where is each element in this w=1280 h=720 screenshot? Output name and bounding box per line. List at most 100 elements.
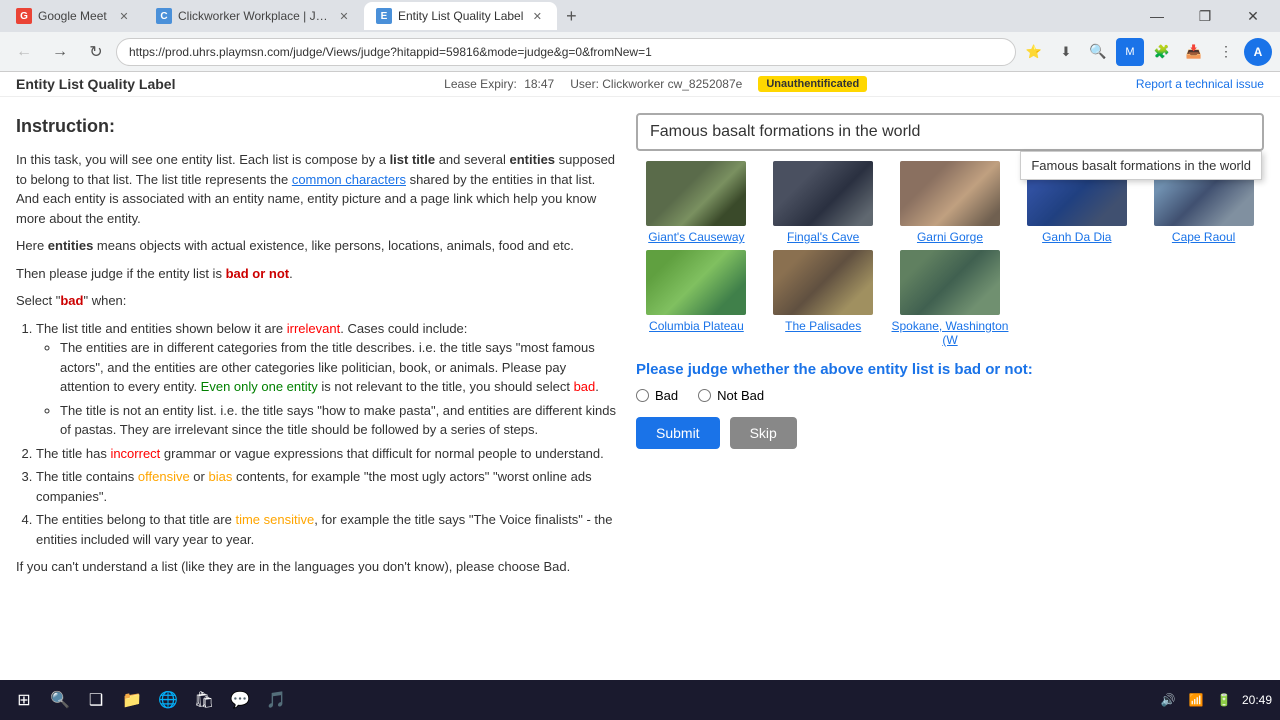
- report-technical-issue-link[interactable]: Report a technical issue: [1136, 77, 1264, 91]
- entities-def: Here entities means objects with actual …: [16, 236, 616, 256]
- radio-notbad-input[interactable]: [698, 389, 711, 402]
- extension-icon-2[interactable]: ⬇: [1052, 38, 1080, 66]
- judge-section: Please judge whether the above entity li…: [636, 361, 1264, 449]
- entity-item-3: Garni Gorge: [890, 161, 1011, 244]
- entities-bold: entities: [48, 238, 94, 253]
- tab-favicon-1: G: [16, 8, 32, 24]
- file-explorer-button[interactable]: 📁: [116, 684, 148, 716]
- radio-group: Bad Not Bad: [636, 388, 1264, 403]
- tab-entity-list[interactable]: E Entity List Quality Label ✕: [364, 2, 557, 30]
- entity-link-6[interactable]: Columbia Plateau: [649, 319, 744, 333]
- list-title-highlight: list title: [390, 152, 436, 167]
- store-button[interactable]: 🛍: [188, 684, 220, 716]
- entity-link-8[interactable]: Spokane, Washington (W: [890, 319, 1011, 347]
- entity-link-3[interactable]: Garni Gorge: [917, 230, 983, 244]
- even-one-highlight: Even only one entity: [201, 379, 318, 394]
- tab-close-1[interactable]: ✕: [116, 8, 132, 24]
- restore-button[interactable]: ❐: [1182, 0, 1228, 32]
- volume-icon[interactable]: 🔊: [1158, 690, 1178, 710]
- browser-window: G Google Meet ✕ C Clickworker Workplace …: [0, 0, 1280, 680]
- battery-icon[interactable]: 🔋: [1214, 690, 1234, 710]
- app-header: Entity List Quality Label Lease Expiry: …: [0, 72, 1280, 97]
- minimize-button[interactable]: —: [1134, 0, 1180, 32]
- extension-icon-4[interactable]: 🧩: [1148, 38, 1176, 66]
- network-icon[interactable]: 📶: [1186, 690, 1206, 710]
- task-panel: Famous basalt formations in the world Fa…: [636, 113, 1264, 664]
- criterion-4: The entities belong to that title are ti…: [36, 510, 616, 549]
- profile-icon[interactable]: A: [1244, 38, 1272, 66]
- criterion-1a: The entities are in different categories…: [60, 338, 616, 397]
- list-title-box: Famous basalt formations in the world Fa…: [636, 113, 1264, 151]
- common-characters-link[interactable]: common characters: [292, 172, 406, 187]
- tab-label-3: Entity List Quality Label: [398, 9, 523, 23]
- offensive-highlight: offensive: [138, 469, 190, 484]
- entity-link-1[interactable]: Giant's Causeway: [648, 230, 744, 244]
- close-button[interactable]: ✕: [1230, 0, 1276, 32]
- settings-icon[interactable]: ⋮: [1212, 38, 1240, 66]
- criterion-1-subs: The entities are in different categories…: [60, 338, 616, 440]
- whatsapp-button[interactable]: 💬: [224, 684, 256, 716]
- page-content: Entity List Quality Label Lease Expiry: …: [0, 72, 1280, 680]
- instruction-heading: Instruction:: [16, 113, 616, 140]
- entity-link-7[interactable]: The Palisades: [785, 319, 861, 333]
- radio-bad-input[interactable]: [636, 389, 649, 402]
- select-bad-label: Select "bad" when:: [16, 291, 616, 311]
- lease-bar: Lease Expiry: 18:47 User: Clickworker cw…: [444, 76, 867, 92]
- entities-highlight: entities: [510, 152, 556, 167]
- entity-image-1: [646, 161, 746, 226]
- criterion-1: The list title and entities shown below …: [36, 319, 616, 440]
- list-title-tooltip: Famous basalt formations in the world: [1020, 151, 1262, 180]
- lease-expiry-label: Lease Expiry: 18:47: [444, 77, 554, 91]
- bad-highlight-1a: bad: [574, 379, 596, 394]
- task-view-button[interactable]: ❑: [80, 684, 112, 716]
- entity-item-6: Columbia Plateau: [636, 250, 757, 347]
- radio-notbad-label[interactable]: Not Bad: [698, 388, 764, 403]
- tab-close-2[interactable]: ✕: [336, 8, 352, 24]
- entity-item-7: The Palisades: [763, 250, 884, 347]
- entity-link-2[interactable]: Fingal's Cave: [787, 230, 859, 244]
- time-sensitive-highlight: time sensitive: [235, 512, 314, 527]
- start-button[interactable]: ⊞: [8, 684, 40, 716]
- bias-highlight: bias: [208, 469, 232, 484]
- submit-button[interactable]: Submit: [636, 417, 720, 449]
- tab-google-meet[interactable]: G Google Meet ✕: [4, 2, 144, 30]
- tab-favicon-2: C: [156, 8, 172, 24]
- extension-ms-icon[interactable]: M: [1116, 38, 1144, 66]
- entities-grid: Giant's Causeway Fingal's Cave Garni Gor…: [636, 161, 1264, 347]
- tab-close-3[interactable]: ✕: [529, 8, 545, 24]
- criterion-1b: The title is not an entity list. i.e. th…: [60, 401, 616, 440]
- tab-clickworker[interactable]: C Clickworker Workplace | Job pro... ✕: [144, 2, 364, 30]
- instruction-panel: Instruction: In this task, you will see …: [16, 113, 616, 664]
- app5-button[interactable]: 🎵: [260, 684, 292, 716]
- entity-item-2: Fingal's Cave: [763, 161, 884, 244]
- criterion-3: The title contains offensive or bias con…: [36, 467, 616, 506]
- back-button[interactable]: ←: [8, 36, 40, 68]
- search-button[interactable]: 🔍: [44, 684, 76, 716]
- entity-link-4[interactable]: Ganh Da Dia: [1042, 230, 1111, 244]
- extension-icon-3[interactable]: 🔍: [1084, 38, 1112, 66]
- entity-image-7: [773, 250, 873, 315]
- taskbar: ⊞ 🔍 ❑ 📁 🌐 🛍 💬 🎵 🔊 📶 🔋 20:49: [0, 680, 1280, 720]
- entity-image-8: [900, 250, 1000, 315]
- tab-label-1: Google Meet: [38, 9, 110, 23]
- entity-image-6: [646, 250, 746, 315]
- radio-bad-label[interactable]: Bad: [636, 388, 678, 403]
- bad-or-not-highlight: bad or not: [226, 266, 290, 281]
- new-tab-button[interactable]: +: [557, 2, 585, 30]
- extension-icon-5[interactable]: 📥: [1180, 38, 1208, 66]
- entity-item-8: Spokane, Washington (W: [890, 250, 1011, 347]
- entity-image-3: [900, 161, 1000, 226]
- address-bar[interactable]: https://prod.uhrs.playmsn.com/judge/View…: [116, 38, 1016, 66]
- taskbar-left: ⊞ 🔍 ❑ 📁 🌐 🛍 💬 🎵: [8, 684, 292, 716]
- refresh-button[interactable]: ↻: [80, 36, 112, 68]
- bad-criteria-list: The list title and entities shown below …: [36, 319, 616, 550]
- forward-button[interactable]: →: [44, 36, 76, 68]
- browser-tabs: G Google Meet ✕ C Clickworker Workplace …: [4, 2, 1134, 30]
- extension-icon-1[interactable]: ⭐: [1020, 38, 1048, 66]
- entity-link-5[interactable]: Cape Raoul: [1172, 230, 1235, 244]
- edge-browser-button[interactable]: 🌐: [152, 684, 184, 716]
- user-label: User: Clickworker cw_8252087e: [570, 77, 742, 91]
- auth-badge: Unauthentificated: [758, 76, 867, 92]
- skip-button[interactable]: Skip: [730, 417, 797, 449]
- radio-notbad-text: Not Bad: [717, 388, 764, 403]
